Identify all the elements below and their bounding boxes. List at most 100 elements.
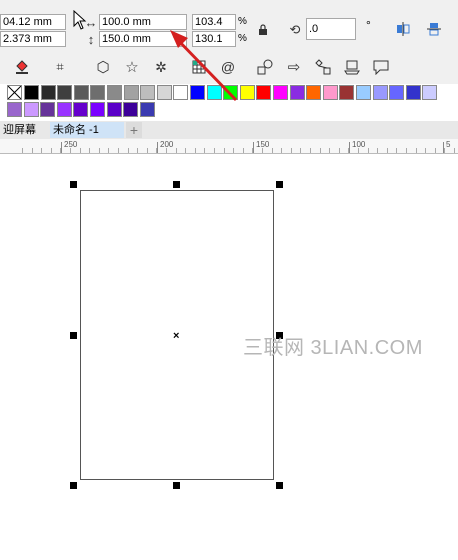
ruler-major-tick [443, 142, 444, 153]
ruler-minor-tick [137, 148, 138, 153]
ruler-minor-tick [89, 148, 90, 153]
ruler-minor-tick [281, 148, 282, 153]
color-swatch[interactable] [273, 85, 288, 100]
selection-handle-top-center[interactable] [173, 181, 180, 188]
color-swatch[interactable] [40, 102, 56, 117]
ruler-minor-tick [99, 148, 100, 153]
color-swatch[interactable] [90, 102, 105, 117]
ruler-minor-tick [185, 148, 186, 153]
color-swatch[interactable] [24, 85, 39, 100]
color-swatch[interactable] [405, 85, 421, 100]
ruler-minor-tick [406, 148, 407, 153]
ruler-label: 100 [352, 140, 366, 149]
flowchart-shapes-icon[interactable] [315, 59, 331, 75]
mirror-horizontal-icon[interactable] [395, 21, 411, 37]
color-swatch[interactable] [123, 102, 139, 117]
ruler-minor-tick [176, 148, 177, 153]
ruler-minor-tick [243, 148, 244, 153]
ruler-label: 250 [64, 140, 78, 149]
ruler-minor-tick [204, 148, 205, 153]
ruler-major-tick [61, 142, 62, 153]
ruler-minor-tick [300, 148, 301, 153]
ruler-minor-tick [80, 148, 81, 153]
callout-shapes-icon[interactable] [373, 59, 389, 75]
ruler-minor-tick [387, 148, 388, 153]
ruler-minor-tick [416, 148, 417, 153]
basic-shapes-icon[interactable] [257, 59, 273, 75]
degree-label: ° [366, 18, 371, 32]
selection-handle-bottom-center[interactable] [173, 482, 180, 489]
color-swatch[interactable] [289, 85, 305, 100]
polygon-icon[interactable]: ⬡ [95, 59, 111, 76]
ruler-major-tick [349, 142, 350, 153]
rotation-field[interactable]: .0 [306, 18, 356, 40]
ruler-minor-tick [147, 148, 148, 153]
color-swatch[interactable] [40, 85, 56, 100]
arrow-shapes-icon[interactable]: ⇨ [286, 59, 302, 76]
color-swatch[interactable] [389, 85, 405, 100]
y-position-field[interactable]: 2.373 mm [0, 31, 66, 47]
annotation-arrow [170, 30, 238, 102]
height-arrow-icon: ↕ [87, 31, 95, 47]
ruler-minor-tick [310, 148, 311, 153]
banner-shapes-icon[interactable] [344, 59, 360, 75]
color-swatch[interactable] [23, 102, 39, 117]
ruler-minor-tick [320, 148, 321, 153]
x-position-field[interactable]: 04.12 mm [0, 14, 66, 30]
star-icon[interactable]: ☆ [124, 59, 140, 76]
color-swatch[interactable] [56, 102, 72, 117]
selection-handle-top-left[interactable] [70, 181, 77, 188]
color-swatch[interactable] [123, 85, 139, 100]
color-swatch[interactable] [106, 102, 122, 117]
horizontal-ruler: 250 200 150 100 5 [0, 139, 458, 154]
selection-handle-bottom-right[interactable] [276, 482, 283, 489]
color-swatch[interactable] [139, 102, 155, 117]
color-swatch[interactable] [90, 85, 106, 100]
ruler-major-tick [157, 142, 158, 153]
ruler-minor-tick [454, 148, 455, 153]
color-swatch[interactable] [239, 85, 255, 100]
ruler-minor-tick [41, 148, 42, 153]
add-tab-button[interactable]: + [126, 122, 142, 138]
color-swatch[interactable] [140, 85, 156, 100]
ruler-minor-tick [396, 148, 397, 153]
fill-bucket-icon[interactable] [14, 59, 30, 75]
ruler-minor-tick [51, 148, 52, 153]
color-swatch[interactable] [339, 85, 355, 100]
ruler-minor-tick [377, 148, 378, 153]
ruler-minor-tick [32, 148, 33, 153]
center-point-marker: × [173, 330, 180, 342]
selection-handle-top-right[interactable] [276, 181, 283, 188]
grid-icon[interactable]: ⌗ [52, 59, 68, 75]
color-swatch[interactable] [73, 85, 89, 100]
color-swatch[interactable] [57, 85, 73, 100]
color-swatch[interactable] [322, 85, 338, 100]
ruler-minor-tick [425, 148, 426, 153]
lock-ratio-icon[interactable] [255, 22, 271, 38]
color-swatch[interactable] [422, 85, 438, 100]
selection-handle-middle-left[interactable] [70, 332, 77, 339]
rotate-icon: ⟲ [289, 22, 301, 37]
ruler-minor-tick [128, 148, 129, 153]
color-swatch[interactable] [73, 102, 89, 117]
ruler-minor-tick [368, 148, 369, 153]
color-swatch[interactable] [7, 102, 22, 117]
color-swatch[interactable] [306, 85, 322, 100]
ruler-minor-tick [224, 148, 225, 153]
no-color-swatch[interactable] [7, 85, 22, 100]
mirror-vertical-icon[interactable] [426, 21, 442, 37]
color-swatch[interactable] [356, 85, 371, 100]
ruler-minor-tick [272, 148, 273, 153]
color-swatch[interactable] [256, 85, 272, 100]
ruler-label: 150 [256, 140, 270, 149]
selection-handle-bottom-left[interactable] [70, 482, 77, 489]
tab-document[interactable]: 未命名 -1 [50, 122, 124, 138]
watermark: 三联网 3LIAN.COM [243, 337, 423, 359]
ruler-label: 5 [446, 140, 451, 149]
color-swatch[interactable] [372, 85, 388, 100]
color-swatch[interactable] [107, 85, 122, 100]
ruler-minor-tick [435, 148, 436, 153]
ruler-major-tick [253, 142, 254, 153]
ruler-minor-tick [444, 148, 445, 153]
tab-welcome-screen[interactable]: 迎屏幕 [0, 122, 46, 138]
